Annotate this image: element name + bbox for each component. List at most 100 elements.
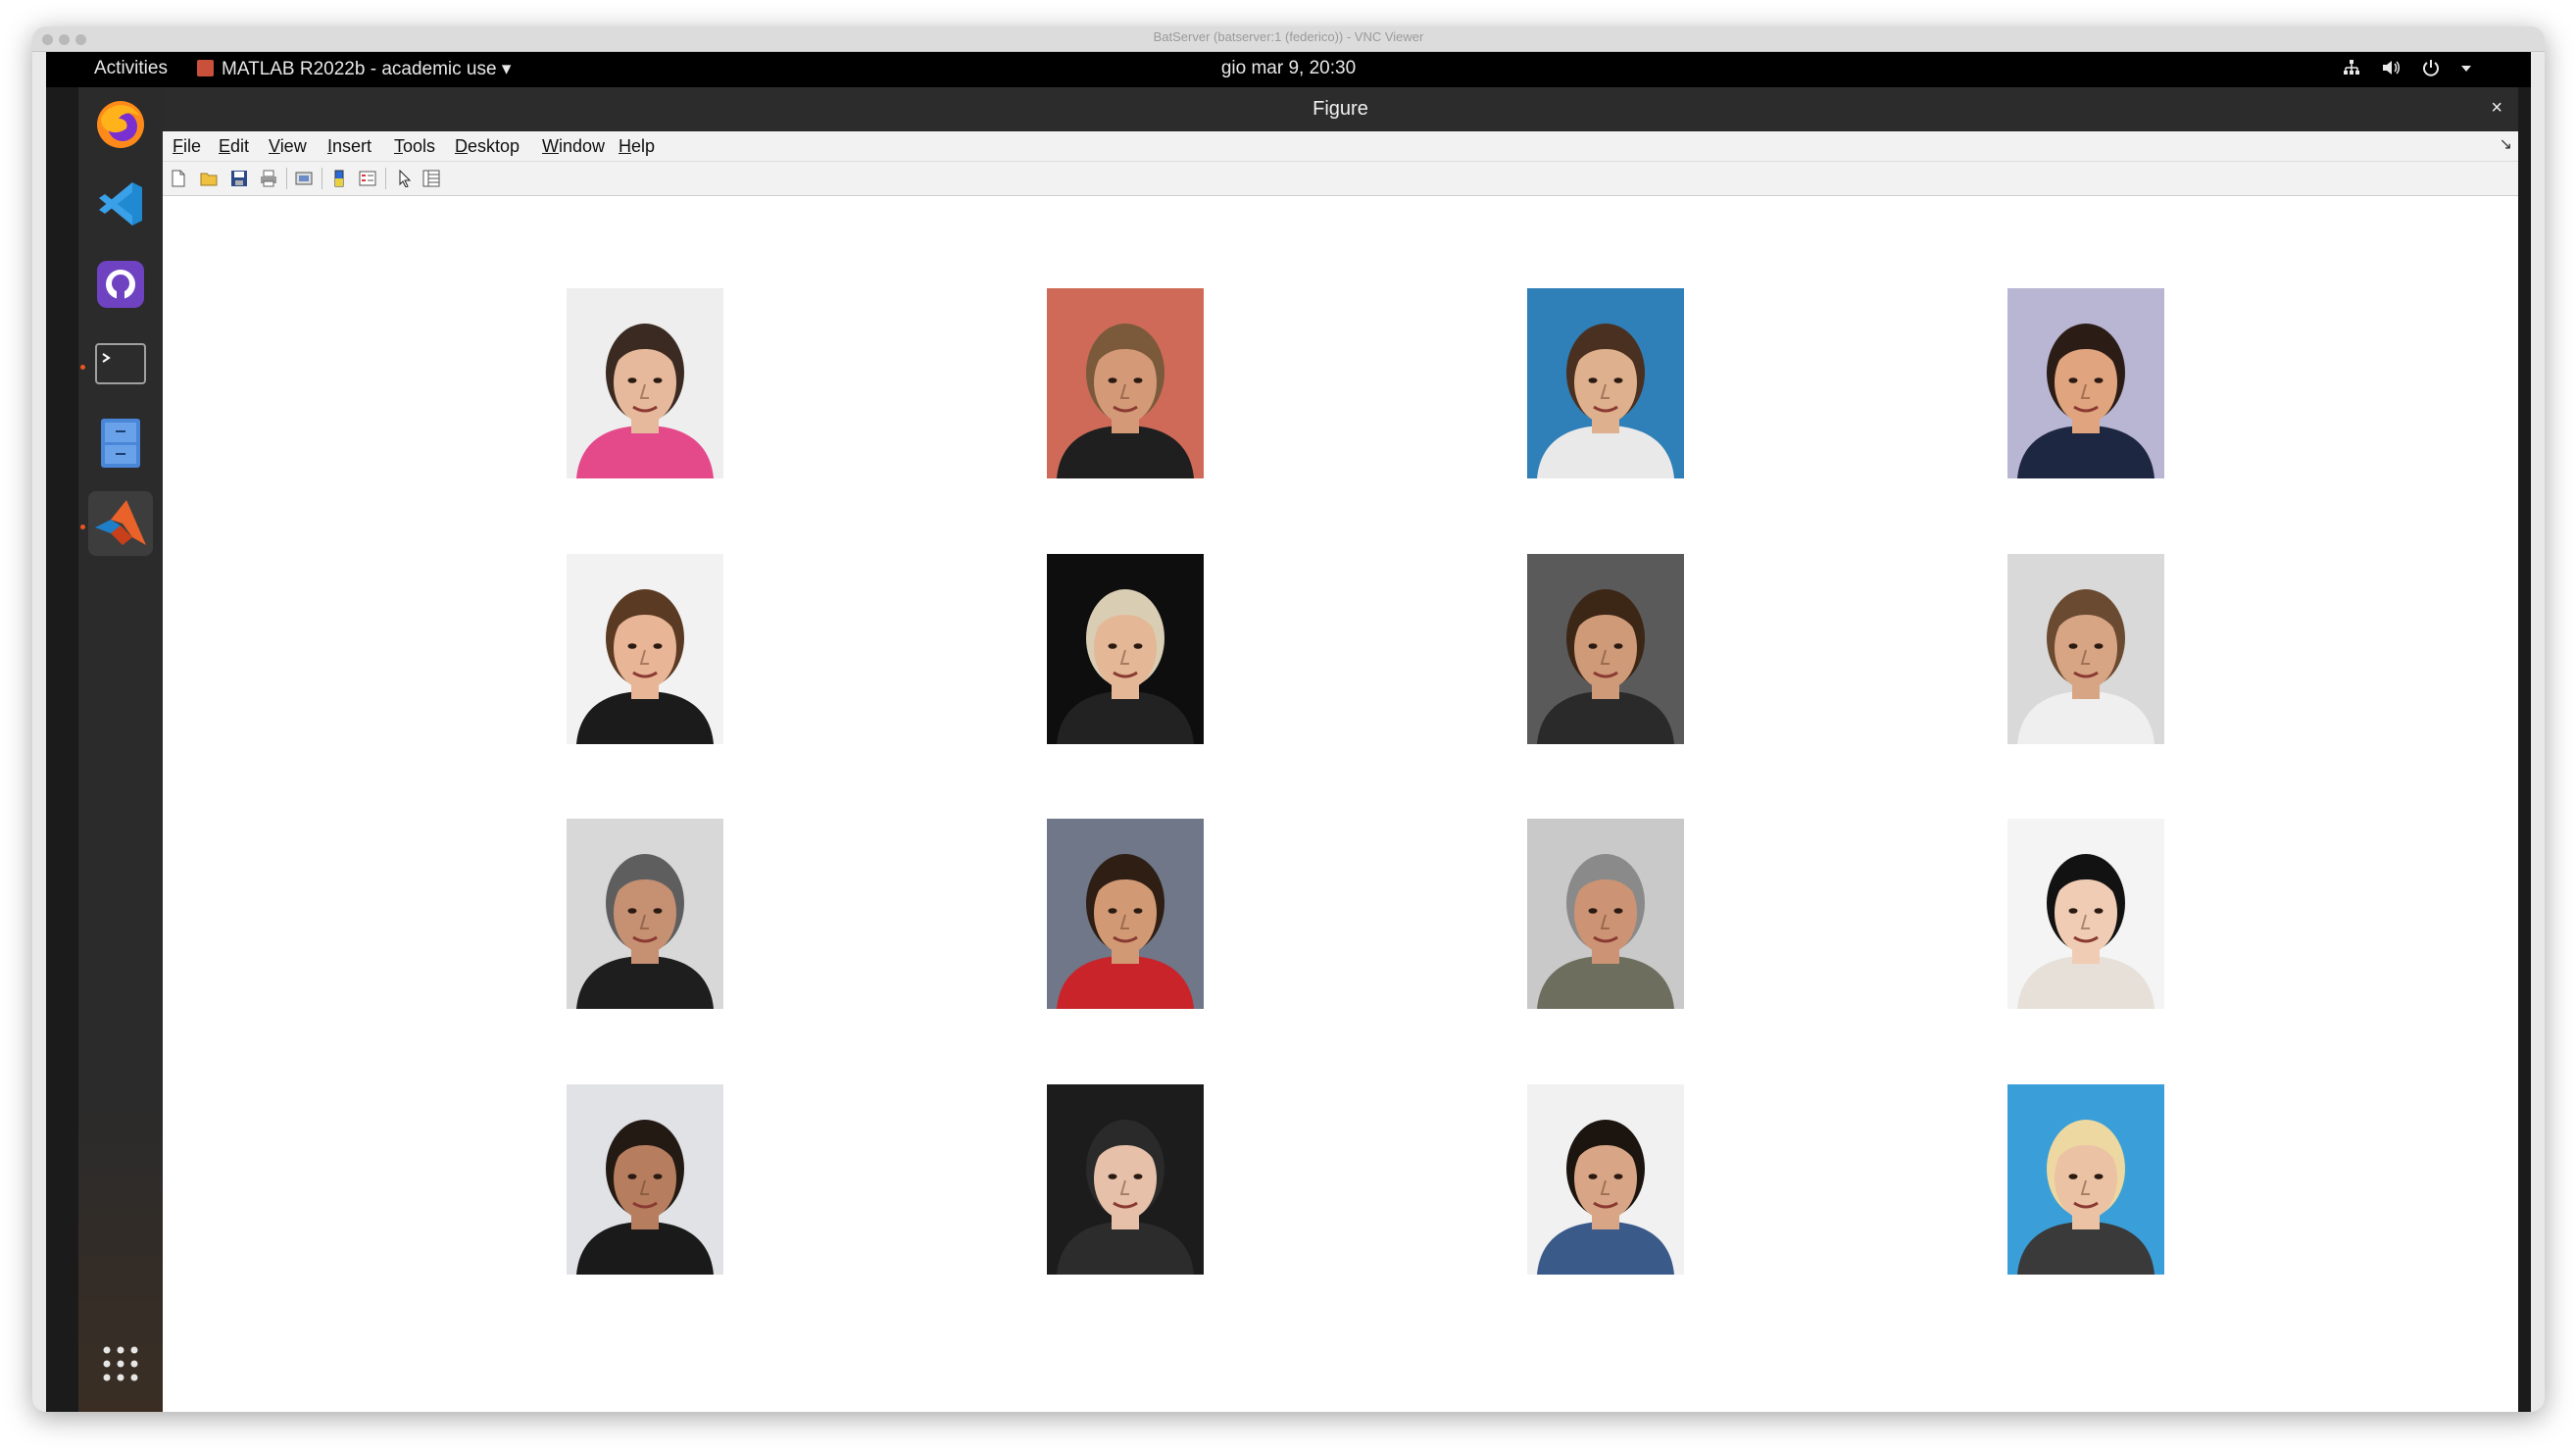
face-thumbnail: [567, 1084, 723, 1275]
face-thumbnail: [1527, 819, 1684, 1009]
firefox-launcher[interactable]: [88, 92, 153, 157]
face-thumbnail: [2007, 819, 2164, 1009]
matlab-launcher[interactable]: [88, 491, 153, 556]
right-eye: [2094, 643, 2104, 649]
toolbar-separator: [286, 168, 287, 189]
right-eye: [2094, 377, 2104, 383]
undock-icon[interactable]: ↘: [2500, 134, 2512, 154]
save-button[interactable]: [229, 169, 249, 188]
firefox-icon: [97, 101, 144, 148]
insert-colorbar-icon: [334, 170, 344, 187]
new-figure-button[interactable]: [169, 169, 188, 188]
left-eye: [627, 908, 637, 914]
menu-window[interactable]: Window: [542, 136, 605, 157]
menu-tools[interactable]: Tools: [394, 136, 435, 157]
left-eye: [2068, 908, 2078, 914]
property-inspector-button[interactable]: [421, 169, 441, 188]
face-thumbnail: [2007, 554, 2164, 744]
menu-file[interactable]: File: [173, 136, 201, 157]
face-thumbnail: [1527, 1084, 1684, 1275]
left-eye: [627, 377, 637, 383]
system-status-menu[interactable]: [2343, 58, 2472, 79]
terminal-icon: [95, 343, 146, 384]
show-applications-button[interactable]: [88, 1331, 153, 1396]
face-image: [2007, 554, 2164, 744]
face-image: [567, 288, 723, 478]
print-icon: [261, 170, 276, 187]
left-eye: [2068, 1174, 2078, 1179]
vnc-viewer-window: BatServer (batserver:1 (federico)) - VNC…: [32, 26, 2545, 1412]
gnome-top-bar: Activities MATLAB R2022b - academic use …: [46, 52, 2531, 87]
clock[interactable]: gio mar 9, 20:30: [46, 58, 2531, 79]
face-thumbnail: [1527, 554, 1684, 744]
open-file-icon: [200, 173, 218, 186]
vscode-icon: [99, 182, 142, 226]
left-eye: [1108, 908, 1117, 914]
insert-legend-icon: [359, 171, 376, 186]
menu-help[interactable]: Help: [619, 136, 655, 157]
right-eye: [1613, 377, 1623, 383]
link-plot-button[interactable]: [294, 169, 314, 188]
face-thumbnail: [2007, 1084, 2164, 1275]
face-image: [1047, 1084, 1204, 1275]
save-icon: [231, 171, 247, 186]
matlab-icon: [95, 500, 146, 545]
matlab-figure-window: Figure × File Edit View Insert Tools Des…: [163, 87, 2518, 1412]
left-eye: [1588, 377, 1598, 383]
right-eye: [2094, 1174, 2104, 1179]
face-thumbnail: [1047, 819, 1204, 1009]
figure-axes-area[interactable]: [163, 196, 2518, 1412]
menu-desktop[interactable]: Desktop: [455, 136, 520, 157]
face-image: [2007, 819, 2164, 1009]
figure-title: Figure: [1313, 98, 1368, 120]
insert-legend-button[interactable]: [358, 169, 377, 188]
face-image: [567, 819, 723, 1009]
menu-view[interactable]: View: [269, 136, 307, 157]
remote-desktop[interactable]: Activities MATLAB R2022b - academic use …: [46, 52, 2531, 1412]
left-eye: [1588, 643, 1598, 649]
figure-toolbar: [163, 162, 2518, 196]
right-eye: [653, 377, 663, 383]
face-thumbnail: [1047, 1084, 1204, 1275]
left-eye: [1108, 377, 1117, 383]
face-image: [1527, 819, 1684, 1009]
file-cabinet-launcher[interactable]: [88, 411, 153, 476]
face-image: [1047, 819, 1204, 1009]
open-file-button[interactable]: [199, 169, 219, 188]
dock: [78, 87, 163, 1412]
insert-colorbar-button[interactable]: [329, 169, 349, 188]
face-thumbnail: [567, 288, 723, 478]
face-image: [1527, 288, 1684, 478]
running-indicator: [80, 365, 85, 370]
face-image: [1047, 288, 1204, 478]
new-figure-icon: [172, 170, 185, 187]
running-indicator: [80, 525, 85, 529]
network-icon: [2344, 60, 2360, 75]
menu-insert[interactable]: Insert: [327, 136, 372, 157]
close-icon[interactable]: ×: [2491, 97, 2502, 120]
face-thumbnail: [1527, 288, 1684, 478]
right-eye: [1133, 643, 1143, 649]
edit-plot-button[interactable]: [395, 169, 415, 188]
terminal-launcher[interactable]: [88, 331, 153, 396]
left-eye: [627, 643, 637, 649]
figure-titlebar[interactable]: Figure ×: [163, 87, 2518, 131]
face-thumbnail: [567, 819, 723, 1009]
face-thumbnail: [1047, 288, 1204, 478]
github-desktop-icon: [97, 261, 144, 308]
github-desktop-launcher[interactable]: [88, 252, 153, 317]
right-eye: [653, 1174, 663, 1179]
menu-edit[interactable]: Edit: [219, 136, 249, 157]
vnc-titlebar[interactable]: BatServer (batserver:1 (federico)) - VNC…: [32, 26, 2545, 52]
print-button[interactable]: [259, 169, 278, 188]
face-thumbnail: [1047, 554, 1204, 744]
face-image: [1047, 554, 1204, 744]
right-eye: [653, 643, 663, 649]
app-grid-icon: [103, 1346, 138, 1381]
right-eye: [1613, 908, 1623, 914]
vnc-window-title: BatServer (batserver:1 (federico)) - VNC…: [1153, 29, 1424, 44]
face-thumbnail: [2007, 288, 2164, 478]
power-icon: [2422, 60, 2439, 76]
right-eye: [653, 908, 663, 914]
vscode-launcher[interactable]: [88, 172, 153, 236]
